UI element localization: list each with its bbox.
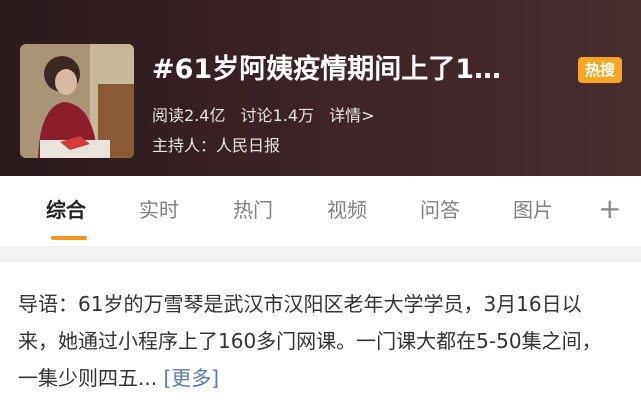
tab-comprehensive[interactable]: 综合 [46,196,86,224]
add-tab-icon[interactable]: + [598,194,621,224]
lead-paragraph: 导语：61岁的万雪琴是武汉市汉阳区老年大学学员，3月16日以来，她通过小程序上了… [18,286,618,397]
topic-host: 主持人：人民日报 [152,136,281,155]
topic-header: #61岁阿姨疫情期间上了1… 热搜 阅读2.4亿 讨论1.4万 详情> 主持人：… [0,0,641,176]
topic-stats: 阅读2.4亿 讨论1.4万 详情> [152,105,385,127]
tab-hot[interactable]: 热门 [233,196,273,224]
discussion-count: 讨论1.4万 [240,106,314,125]
tab-video[interactable]: 视频 [327,196,367,224]
more-link[interactable]: [更多] [163,366,219,390]
tab-qa[interactable]: 问答 [420,196,460,224]
read-count: 阅读2.4亿 [152,106,226,125]
tab-bar: 综合 实时 热门 视频 问答 图片 + [0,176,641,246]
hot-badge: 热搜 [578,57,622,83]
topic-thumbnail[interactable] [20,44,134,158]
active-tab-indicator [51,236,87,240]
details-link[interactable]: 详情> [329,106,374,125]
thumbnail-image [20,44,134,158]
tab-images[interactable]: 图片 [513,196,553,224]
tab-realtime[interactable]: 实时 [139,196,179,224]
lead-text: 导语：61岁的万雪琴是武汉市汉阳区老年大学学员，3月16日以来，她通过小程序上了… [18,292,602,390]
lead-card: 导语：61岁的万雪琴是武汉市汉阳区老年大学学员，3月16日以来，她通过小程序上了… [0,262,641,403]
topic-title: #61岁阿姨疫情期间上了1… [152,54,501,85]
